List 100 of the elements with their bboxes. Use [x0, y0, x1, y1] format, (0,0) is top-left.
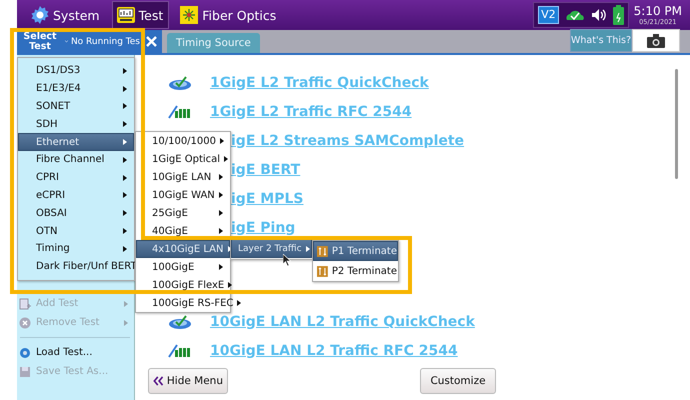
- submenu-arrow-icon: [123, 174, 127, 181]
- bar-chart-icon: [168, 104, 192, 118]
- menu-item-label: SONET: [36, 100, 70, 112]
- menu-item[interactable]: 10/100/1000: [136, 132, 230, 150]
- menu-item[interactable]: Timing: [18, 240, 134, 258]
- menu-item[interactable]: DS1/DS3: [18, 62, 134, 80]
- hide-menu-button[interactable]: Hide Menu: [148, 368, 228, 394]
- speaker-icon: [590, 8, 607, 22]
- submenu-arrow-icon: [124, 320, 128, 326]
- menu-item[interactable]: SDH: [18, 115, 134, 134]
- top-tab[interactable]: Test: [112, 1, 170, 29]
- camera-button[interactable]: [632, 29, 680, 52]
- cloud-check-icon: [168, 74, 192, 90]
- menu-item-label: Dark Fiber/Unf BERT: [36, 261, 137, 272]
- menu-item-label: DS1/DS3: [36, 65, 80, 76]
- menu-item-label: Fibre Channel: [36, 154, 104, 166]
- action-label: Remove Test: [36, 317, 100, 328]
- menu-item-label: 100GigE: [152, 262, 194, 272]
- sidebar-action[interactable]: Load Test...: [17, 343, 134, 362]
- action-label: Save Test As...: [36, 366, 108, 377]
- menu-item[interactable]: Fibre Channel: [18, 150, 134, 169]
- cloud-check-icon: [168, 314, 192, 330]
- top-tab[interactable]: System: [26, 1, 106, 29]
- submenu-arrow-icon: [219, 174, 223, 180]
- menu-item-label: eCPRI: [36, 190, 66, 201]
- menu-item[interactable]: 10GigE WAN: [136, 186, 230, 204]
- action-label: Load Test...: [36, 347, 92, 358]
- submenu-arrow-icon: [123, 228, 127, 234]
- submenu-arrow-icon: [123, 121, 127, 128]
- version-badge: V2: [538, 6, 559, 24]
- menu-item-label: 10/100/1000: [152, 136, 216, 146]
- submenu-arrow-icon: [123, 192, 127, 198]
- menu-item[interactable]: OBSAI: [18, 204, 134, 222]
- battery-icon: [612, 5, 624, 25]
- submenu-arrow-icon: [123, 103, 127, 110]
- menu-item-label: 1GigE Optical: [152, 154, 220, 164]
- document-plus-icon: [19, 298, 31, 310]
- menu-item[interactable]: 4x10GigE LAN: [136, 240, 230, 258]
- menu-item-label: Layer 2 Traffic: [238, 244, 302, 254]
- double-chevron-icon: [153, 374, 164, 388]
- action-label: Add Test: [36, 298, 78, 309]
- submenu-arrow-icon: [123, 210, 127, 216]
- menu-item-label: P2 Terminate: [332, 266, 397, 276]
- clock-time: 5:10 PM: [634, 4, 682, 18]
- submenu-arrow-icon: [224, 156, 228, 162]
- menu-item[interactable]: 100GigE: [136, 258, 230, 276]
- menu-item-label: OBSAI: [36, 208, 67, 219]
- menu-item[interactable]: CPRI: [18, 168, 134, 187]
- menu-item[interactable]: E1/E3/E4: [18, 80, 134, 98]
- submenu-arrow-icon: [123, 68, 127, 74]
- submenu-arrow-icon: [123, 246, 127, 252]
- menu-item-label: P1 Terminate: [332, 246, 397, 256]
- menu-item-label: E1/E3/E4: [36, 83, 81, 94]
- submenu-arrow-icon: [306, 246, 310, 252]
- menu-item[interactable]: eCPRI: [18, 186, 134, 204]
- customize-button[interactable]: Customize: [420, 368, 496, 394]
- menu-item-label: 4x10GigE LAN: [152, 244, 224, 254]
- menu-item-label: Timing: [36, 243, 70, 254]
- port-icon: [317, 266, 328, 276]
- menu-item-label: SDH: [36, 118, 58, 130]
- submenu-arrow-icon: [220, 138, 224, 144]
- menu-item-label: OTN: [36, 226, 58, 237]
- submenu-arrow-icon: [124, 300, 128, 306]
- menu-item[interactable]: 40GigE: [136, 222, 230, 240]
- menu-item-label: 100GigE FlexE: [152, 280, 224, 290]
- close-icon: [146, 36, 156, 47]
- bar-chart-icon: [168, 344, 192, 358]
- menu-item[interactable]: 100GigE FlexE: [136, 276, 230, 294]
- tab-label: Test: [138, 8, 164, 22]
- menu-item-label: 100GigE RS-FEC: [152, 298, 234, 308]
- scrollbar-thumb[interactable]: [675, 69, 678, 179]
- menu-item-label: 10GigE LAN: [152, 172, 212, 182]
- menu-item[interactable]: P2 Terminate: [313, 261, 398, 281]
- submenu-arrow-icon: [123, 86, 127, 92]
- camera-icon: [647, 34, 665, 48]
- submenu-arrow-icon: [219, 264, 223, 270]
- submenu-arrow-icon: [228, 282, 232, 288]
- submenu-arrow-icon: [219, 192, 223, 198]
- menu-item-label: 40GigE: [152, 226, 188, 236]
- submenu-arrow-icon: [237, 300, 242, 306]
- menu-item[interactable]: SONET: [18, 98, 134, 116]
- submenu-arrow-icon: [219, 228, 223, 234]
- menu-item-label: 10GigE WAN: [152, 190, 215, 200]
- menu-item-label: Ethernet: [36, 136, 80, 148]
- menu-item[interactable]: Ethernet: [18, 133, 134, 151]
- menu-item[interactable]: 10GigE LAN: [136, 168, 230, 186]
- menu-item[interactable]: P1 Terminate: [313, 241, 398, 261]
- select-test-button[interactable]: Select Test: [17, 30, 63, 53]
- top-tab[interactable]: Fiber Optics: [175, 1, 282, 29]
- menu-item-label: CPRI: [36, 172, 59, 184]
- tab-label: System: [53, 8, 100, 22]
- menu-item[interactable]: Layer 2 Traffic: [231, 239, 312, 258]
- meter-icon: [116, 5, 136, 25]
- menu-item-label: 25GigE: [152, 208, 188, 218]
- port-icon: [317, 246, 328, 256]
- menu-item[interactable]: 1GigE Optical: [136, 150, 230, 168]
- menu-item[interactable]: OTN: [18, 222, 134, 240]
- running-test-dropdown[interactable]: No Running Tes: [63, 30, 140, 53]
- menu-item[interactable]: 25GigE: [136, 204, 230, 222]
- cloud-check-icon: [564, 9, 585, 21]
